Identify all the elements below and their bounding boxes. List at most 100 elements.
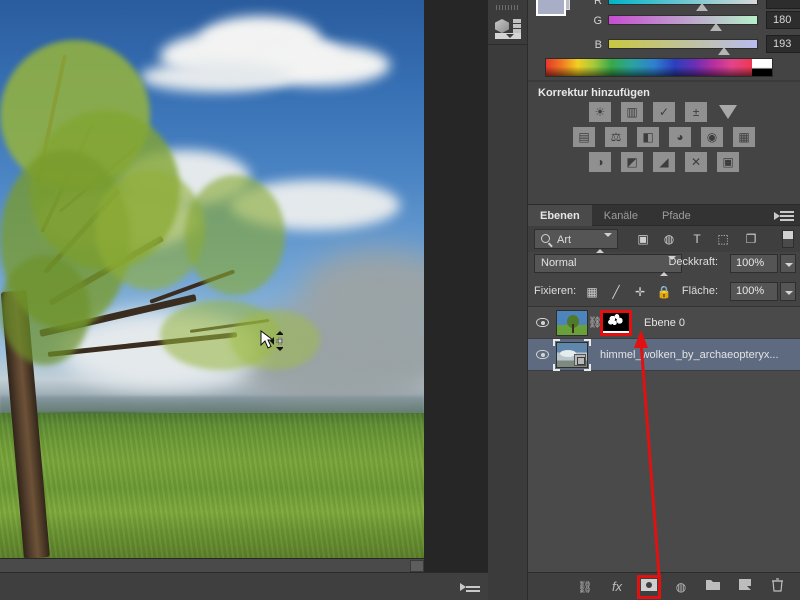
selective-color-icon[interactable]: ▣	[717, 152, 739, 172]
filter-adjustment-icon[interactable]: ◍	[660, 231, 678, 247]
photo-filter-icon[interactable]: ◕	[669, 127, 691, 147]
chevron-updown-icon[interactable]	[596, 233, 612, 253]
hue-saturation-icon[interactable]: ▤	[573, 127, 595, 147]
color-lookup-icon[interactable]: ▦	[733, 127, 755, 147]
slider-thumb-g[interactable]	[710, 23, 722, 31]
channel-mixer-icon[interactable]: ◉	[701, 127, 723, 147]
slider-thumb-b[interactable]	[718, 47, 730, 55]
slider-value-b[interactable]: 193	[766, 35, 800, 53]
adjustment-row: ◑ ◩ ◢ ✕ ▣	[528, 152, 800, 172]
layer-filter-kind-select[interactable]: Art	[534, 229, 618, 253]
filter-type-icon[interactable]: T	[688, 231, 706, 247]
mask-shape	[607, 312, 625, 327]
fill-dropdown-button[interactable]	[780, 282, 796, 301]
layer-visibility-toggle[interactable]	[528, 316, 556, 330]
corrections-heading: Korrektur hinzufügen	[538, 87, 650, 99]
fill-field[interactable]: 100%	[730, 282, 778, 301]
tree-foliage	[0, 255, 90, 365]
layer-thumbnail[interactable]	[556, 309, 588, 336]
slider-track-r[interactable]	[608, 0, 758, 5]
levels-icon[interactable]: ▥	[621, 102, 643, 122]
posterize-icon[interactable]: ◩	[621, 152, 643, 172]
document-status-bar	[0, 572, 424, 600]
slider-track-b[interactable]	[608, 39, 758, 49]
adjustment-row: ☀ ▥ ✓ ±	[528, 102, 800, 122]
layer-filter-bar: Art ▣ ◍ T ⬚ ❐	[528, 226, 800, 253]
blend-mode-select[interactable]: Normal	[534, 254, 682, 276]
tree-foliage	[230, 310, 320, 370]
slider-track-g[interactable]	[608, 15, 758, 25]
black-white-icon[interactable]: ◧	[637, 127, 659, 147]
document-area	[0, 0, 424, 600]
color-swatches[interactable]	[534, 0, 578, 26]
tree-foliage	[185, 175, 285, 295]
brightness-contrast-icon[interactable]: ☀	[589, 102, 611, 122]
photoshop-window: R G 180 B 193 Korrektur hinzufügen ☀ ▥ ✓…	[0, 0, 800, 600]
layer-visibility-toggle[interactable]	[528, 348, 556, 362]
mini-bridge-icon	[495, 18, 521, 39]
tab-ebenen[interactable]: Ebenen	[528, 205, 592, 227]
white-black-swatch[interactable]	[752, 59, 772, 76]
add-layer-mask-button[interactable]	[637, 574, 661, 599]
cloud-shape	[140, 62, 290, 92]
sidebar-item-mini-bridge[interactable]	[488, 12, 528, 42]
fill-label: Fläche:	[681, 285, 718, 297]
layers-panel-toolbar: ⛓ fx ◍	[528, 572, 800, 600]
slider-value-r[interactable]	[766, 0, 800, 9]
opacity-dropdown-button[interactable]	[780, 254, 796, 273]
invert-icon[interactable]: ◑	[589, 152, 611, 172]
thumbnail-selection-frame	[553, 338, 591, 371]
threshold-icon[interactable]: ◢	[653, 152, 675, 172]
foreground-color-swatch[interactable]	[536, 0, 566, 16]
color-panel: R G 180 B 193	[528, 0, 800, 80]
new-adjustment-layer-button[interactable]: ◍	[672, 578, 690, 596]
panel-footer-strip	[424, 572, 488, 600]
layer-name[interactable]: Ebene 0	[644, 317, 685, 329]
lock-all-icon[interactable]: 🔒	[656, 284, 672, 300]
new-layer-button[interactable]	[736, 578, 754, 596]
link-layers-button[interactable]: ⛓	[576, 578, 594, 596]
table-row[interactable]: ⛓ Ebene 0	[528, 307, 800, 339]
color-balance-icon[interactable]: ⚖	[605, 127, 627, 147]
layer-style-button[interactable]: fx	[608, 578, 626, 596]
lock-position-icon[interactable]: ✛	[632, 284, 648, 300]
composited-photo	[0, 0, 424, 558]
corrections-panel: Korrektur hinzufügen ☀ ▥ ✓ ± ▤ ⚖ ◧ ◕ ◉ ▦…	[528, 82, 800, 204]
tab-pfade[interactable]: Pfade	[650, 205, 703, 227]
slider-value-g[interactable]: 180	[766, 11, 800, 29]
curves-icon[interactable]: ✓	[653, 102, 675, 122]
panel-menu-icon[interactable]	[458, 582, 480, 593]
lock-image-icon[interactable]: ╱	[608, 284, 624, 300]
layer-mask-thumbnail[interactable]	[600, 309, 632, 336]
layer-name[interactable]: himmel_wolken_by_archaeopteryx...	[600, 349, 779, 361]
delete-layer-button[interactable]	[768, 577, 786, 596]
meadow-layer	[0, 412, 424, 558]
filter-pixel-icon[interactable]: ▣	[634, 231, 652, 247]
slider-label-r: R	[594, 0, 602, 7]
image-canvas[interactable]	[0, 0, 424, 558]
scrollbar-thumb[interactable]	[410, 560, 424, 572]
new-group-button[interactable]	[704, 578, 722, 596]
layer-thumbnail-container[interactable]	[553, 338, 591, 371]
gradient-map-icon[interactable]: ✕	[685, 152, 707, 172]
mask-link-icon[interactable]: ⛓	[588, 316, 602, 329]
lock-row: Fixieren: ▦ ╱ ✛ 🔒 Fläche: 100%	[528, 280, 800, 306]
blend-and-opacity-row: Normal Deckkraft: 100%	[528, 252, 800, 276]
filter-shape-icon[interactable]: ⬚	[714, 231, 732, 247]
table-row[interactable]: himmel_wolken_by_archaeopteryx...	[528, 338, 800, 371]
opacity-field[interactable]: 100%	[730, 254, 778, 273]
dock-grip[interactable]	[496, 5, 520, 10]
slider-thumb-r[interactable]	[696, 3, 708, 11]
filter-smart-object-icon[interactable]: ❐	[742, 231, 760, 247]
layer-mask-container[interactable]	[600, 309, 632, 336]
filter-toggle-switch[interactable]	[782, 230, 794, 248]
color-ramp[interactable]	[545, 58, 773, 77]
layers-panel-menu-icon[interactable]	[772, 211, 794, 222]
horizontal-scrollbar[interactable]	[0, 558, 424, 572]
mask-base	[602, 330, 630, 335]
lock-transparency-icon[interactable]: ▦	[584, 284, 600, 300]
tab-kanaele[interactable]: Kanäle	[592, 205, 650, 227]
vibrance-icon[interactable]	[717, 102, 739, 122]
exposure-icon[interactable]: ±	[685, 102, 707, 122]
layer-filter-kind-label: Art	[557, 234, 572, 246]
